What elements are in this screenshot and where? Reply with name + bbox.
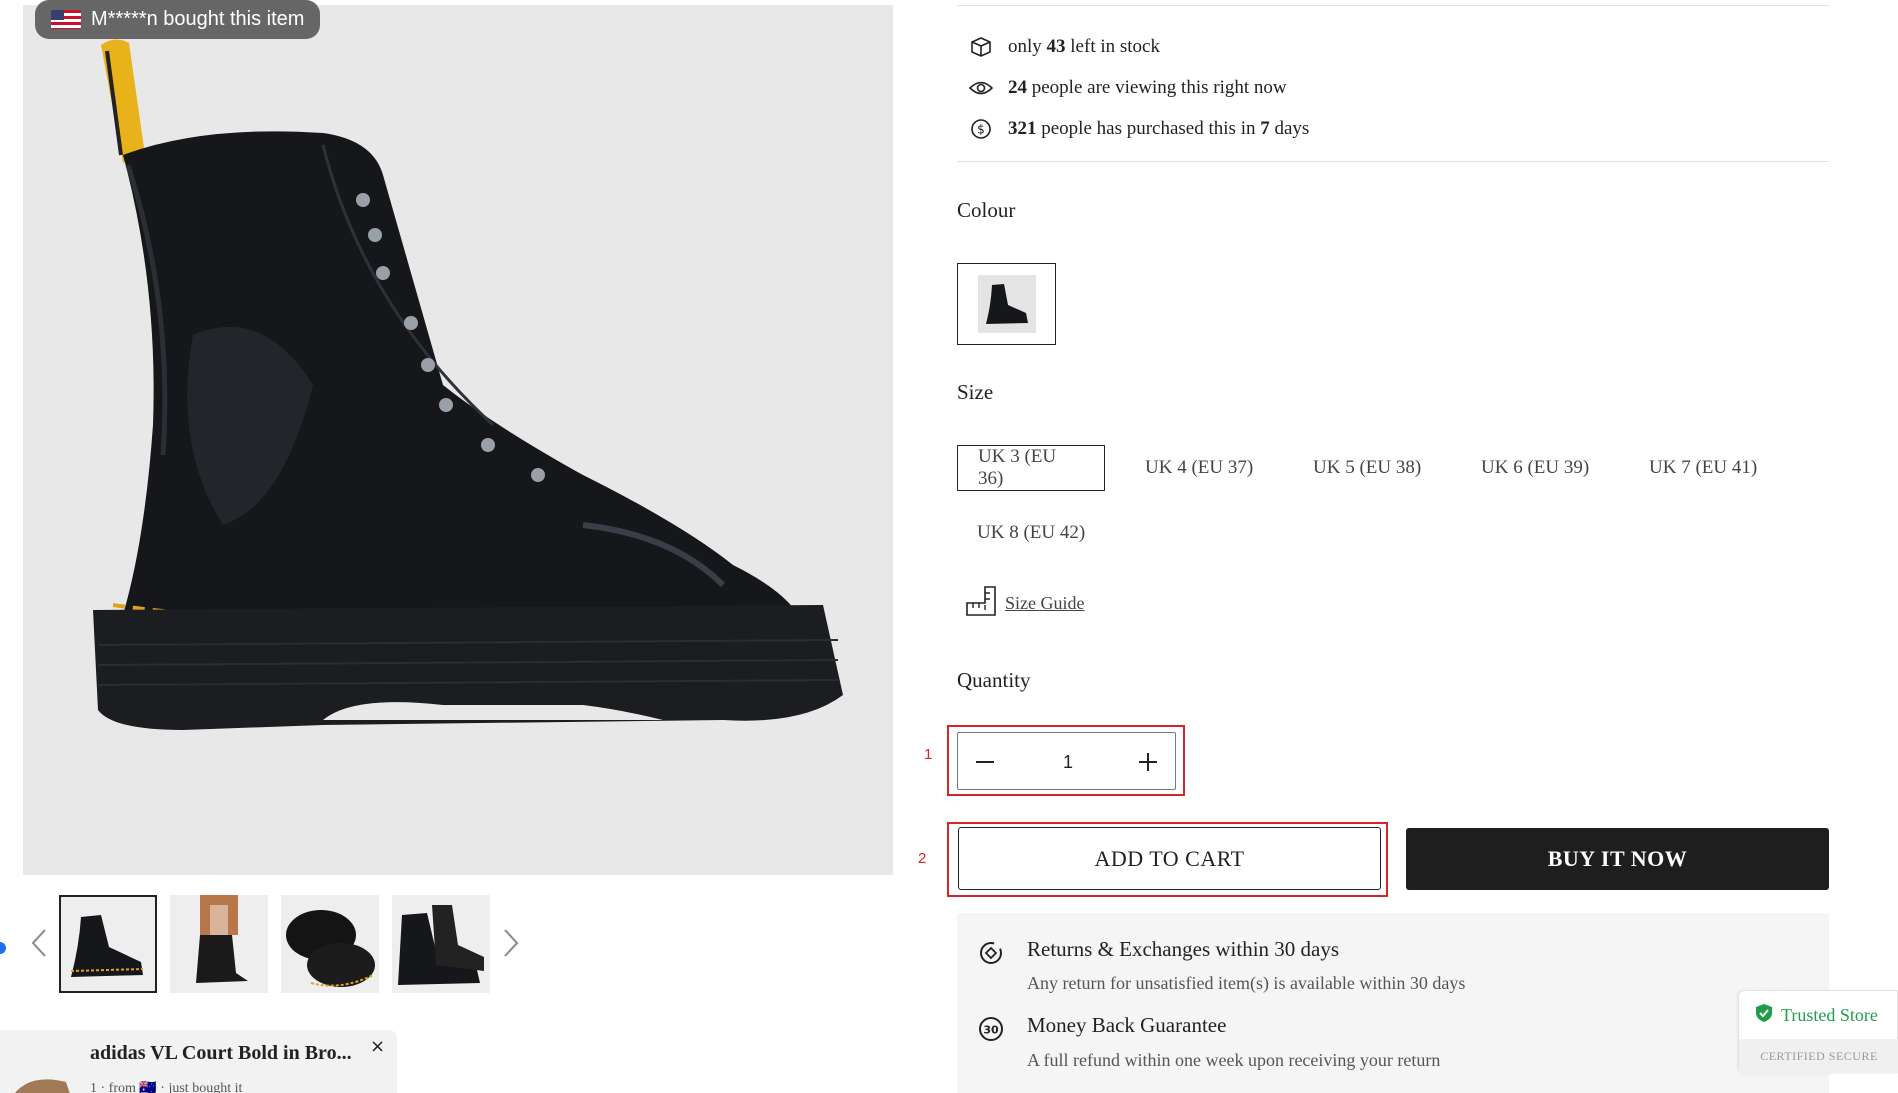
add-to-cart-button[interactable]: ADD TO CART xyxy=(958,827,1381,890)
certified-secure-label: CERTIFIED SECURE xyxy=(1739,1039,1898,1073)
returns-title: Returns & Exchanges within 30 days xyxy=(1027,937,1340,961)
popup-product-title: adidas VL Court Bold in Bro... xyxy=(90,1042,352,1064)
stats-divider xyxy=(957,161,1829,162)
boot-illustration xyxy=(93,39,843,730)
stock-status: only 43 left in stock xyxy=(968,34,1160,60)
box-icon xyxy=(968,34,994,60)
returns-desc: Any return for unsatisfied item(s) is av… xyxy=(1027,973,1466,993)
trusted-store-title: Trusted Store xyxy=(1781,1005,1878,1025)
annotation-marker-1: 1 xyxy=(924,746,933,763)
product-main-image[interactable] xyxy=(23,5,893,875)
money-back-30-icon: 30 xyxy=(977,1015,1005,1048)
size-option-uk3[interactable]: UK 3 (EU 36) xyxy=(957,445,1105,491)
size-option-uk8[interactable]: UK 8 (EU 42) xyxy=(957,510,1105,556)
dollar-icon: $ xyxy=(968,116,994,142)
thumbnail-next-arrow-icon[interactable] xyxy=(499,923,523,963)
popup-subtitle: 1 · from 🇦🇺 · just bought it xyxy=(90,1081,243,1093)
money-back-title: Money Back Guarantee xyxy=(1027,1013,1227,1037)
quantity-stepper xyxy=(957,732,1176,790)
viewers-text: 24 people are viewing this right now xyxy=(1008,77,1287,98)
purchased-status: $ 321 people has purchased this in 7 day… xyxy=(968,116,1309,142)
plus-icon[interactable] xyxy=(1133,747,1163,777)
colour-label: Colour xyxy=(957,198,1016,222)
us-flag-icon xyxy=(51,10,81,29)
thumbnail-4[interactable] xyxy=(392,895,490,993)
colour-swatch-black[interactable] xyxy=(957,263,1056,345)
money-back-desc: A full refund within one week upon recei… xyxy=(1027,1050,1441,1070)
thumbnail-1[interactable] xyxy=(59,895,157,993)
viewers-status: 24 people are viewing this right now xyxy=(968,75,1287,101)
thumbnail-3[interactable] xyxy=(281,895,379,993)
recent-purchase-popup[interactable]: adidas VL Court Bold in Bro... × 1 · fro… xyxy=(0,1030,397,1093)
thumbnail-2[interactable] xyxy=(170,895,268,993)
size-guide-text: Size Guide xyxy=(1005,593,1085,613)
purchase-notification: M*****n bought this item xyxy=(35,0,321,39)
buy-it-now-button[interactable]: BUY IT NOW xyxy=(1406,828,1829,890)
size-label: Size xyxy=(957,380,994,404)
trusted-store-badge[interactable]: Trusted Store CERTIFIED SECURE xyxy=(1738,990,1898,1073)
size-option-uk6[interactable]: UK 6 (EU 39) xyxy=(1461,445,1609,491)
size-guide-link[interactable]: Size Guide xyxy=(965,585,1084,622)
annotation-marker-2: 2 xyxy=(918,850,927,867)
returns-icon xyxy=(977,939,1005,972)
close-icon[interactable]: × xyxy=(370,1036,385,1057)
purchased-text: 321 people has purchased this in 7 days xyxy=(1008,118,1310,139)
ruler-icon xyxy=(965,585,997,622)
purchase-notification-text: M*****n bought this item xyxy=(91,8,305,30)
shield-check-icon xyxy=(1755,1003,1773,1028)
quantity-input[interactable] xyxy=(1018,745,1118,779)
size-option-uk4[interactable]: UK 4 (EU 37) xyxy=(1125,445,1273,491)
thumbnail-prev-arrow-icon[interactable] xyxy=(27,923,51,963)
guarantee-panel: Returns & Exchanges within 30 days Any r… xyxy=(957,913,1829,1093)
popup-product-image xyxy=(15,1079,70,1093)
top-divider xyxy=(957,5,1829,6)
svg-text:$: $ xyxy=(977,123,985,137)
minus-icon[interactable] xyxy=(970,747,1000,777)
size-option-uk5[interactable]: UK 5 (EU 38) xyxy=(1293,445,1441,491)
quantity-label: Quantity xyxy=(957,668,1031,692)
svg-text:30: 30 xyxy=(983,1024,999,1037)
stock-text: only 43 left in stock xyxy=(1008,36,1160,57)
thumbnail-strip xyxy=(0,893,893,993)
size-option-uk7[interactable]: UK 7 (EU 41) xyxy=(1629,445,1777,491)
eye-icon xyxy=(968,75,994,101)
